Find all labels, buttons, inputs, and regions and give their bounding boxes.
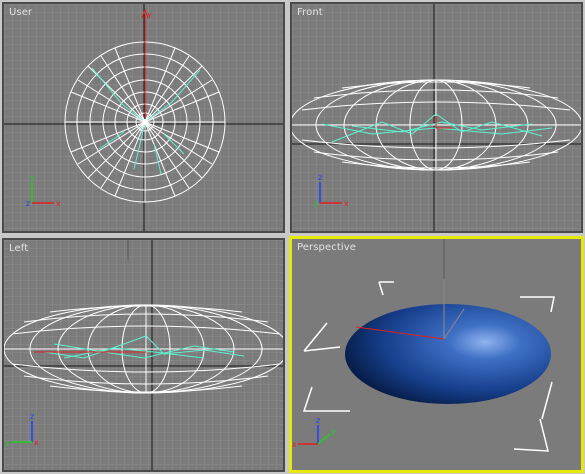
viewport-label-perspective[interactable]: Perspective xyxy=(297,242,356,253)
svg-text:y: y xyxy=(331,427,336,436)
svg-text:z: z xyxy=(316,416,320,425)
svg-text:x: x xyxy=(56,199,61,208)
viewport-left[interactable]: z y x Left xyxy=(2,238,285,472)
svg-text:z: z xyxy=(30,412,34,421)
svg-text:x: x xyxy=(34,438,39,447)
svg-text:x: x xyxy=(344,199,349,208)
svg-text:z: z xyxy=(26,199,30,208)
viewport-front[interactable]: z x y Front xyxy=(290,2,583,233)
viewport-user[interactable]: y y x z User xyxy=(2,2,285,233)
front-viewport-canvas: z x y xyxy=(292,4,581,231)
user-viewport-canvas: y y x z xyxy=(4,4,283,231)
viewport-label-left[interactable]: Left xyxy=(9,243,28,254)
ellipsoid-shaded xyxy=(345,304,551,404)
left-viewport-canvas: z y x xyxy=(4,240,283,470)
svg-text:z: z xyxy=(318,173,322,182)
viewport-label-front[interactable]: Front xyxy=(297,7,323,18)
perspective-viewport-canvas: z y x xyxy=(292,239,581,470)
viewport-perspective[interactable]: z y x Perspective xyxy=(289,236,584,473)
svg-text:y: y xyxy=(30,173,35,182)
svg-text:y: y xyxy=(5,438,10,447)
viewport-label-user[interactable]: User xyxy=(9,7,32,18)
svg-text:y: y xyxy=(147,10,152,19)
svg-text:x: x xyxy=(292,440,297,449)
svg-text:y: y xyxy=(314,199,319,208)
